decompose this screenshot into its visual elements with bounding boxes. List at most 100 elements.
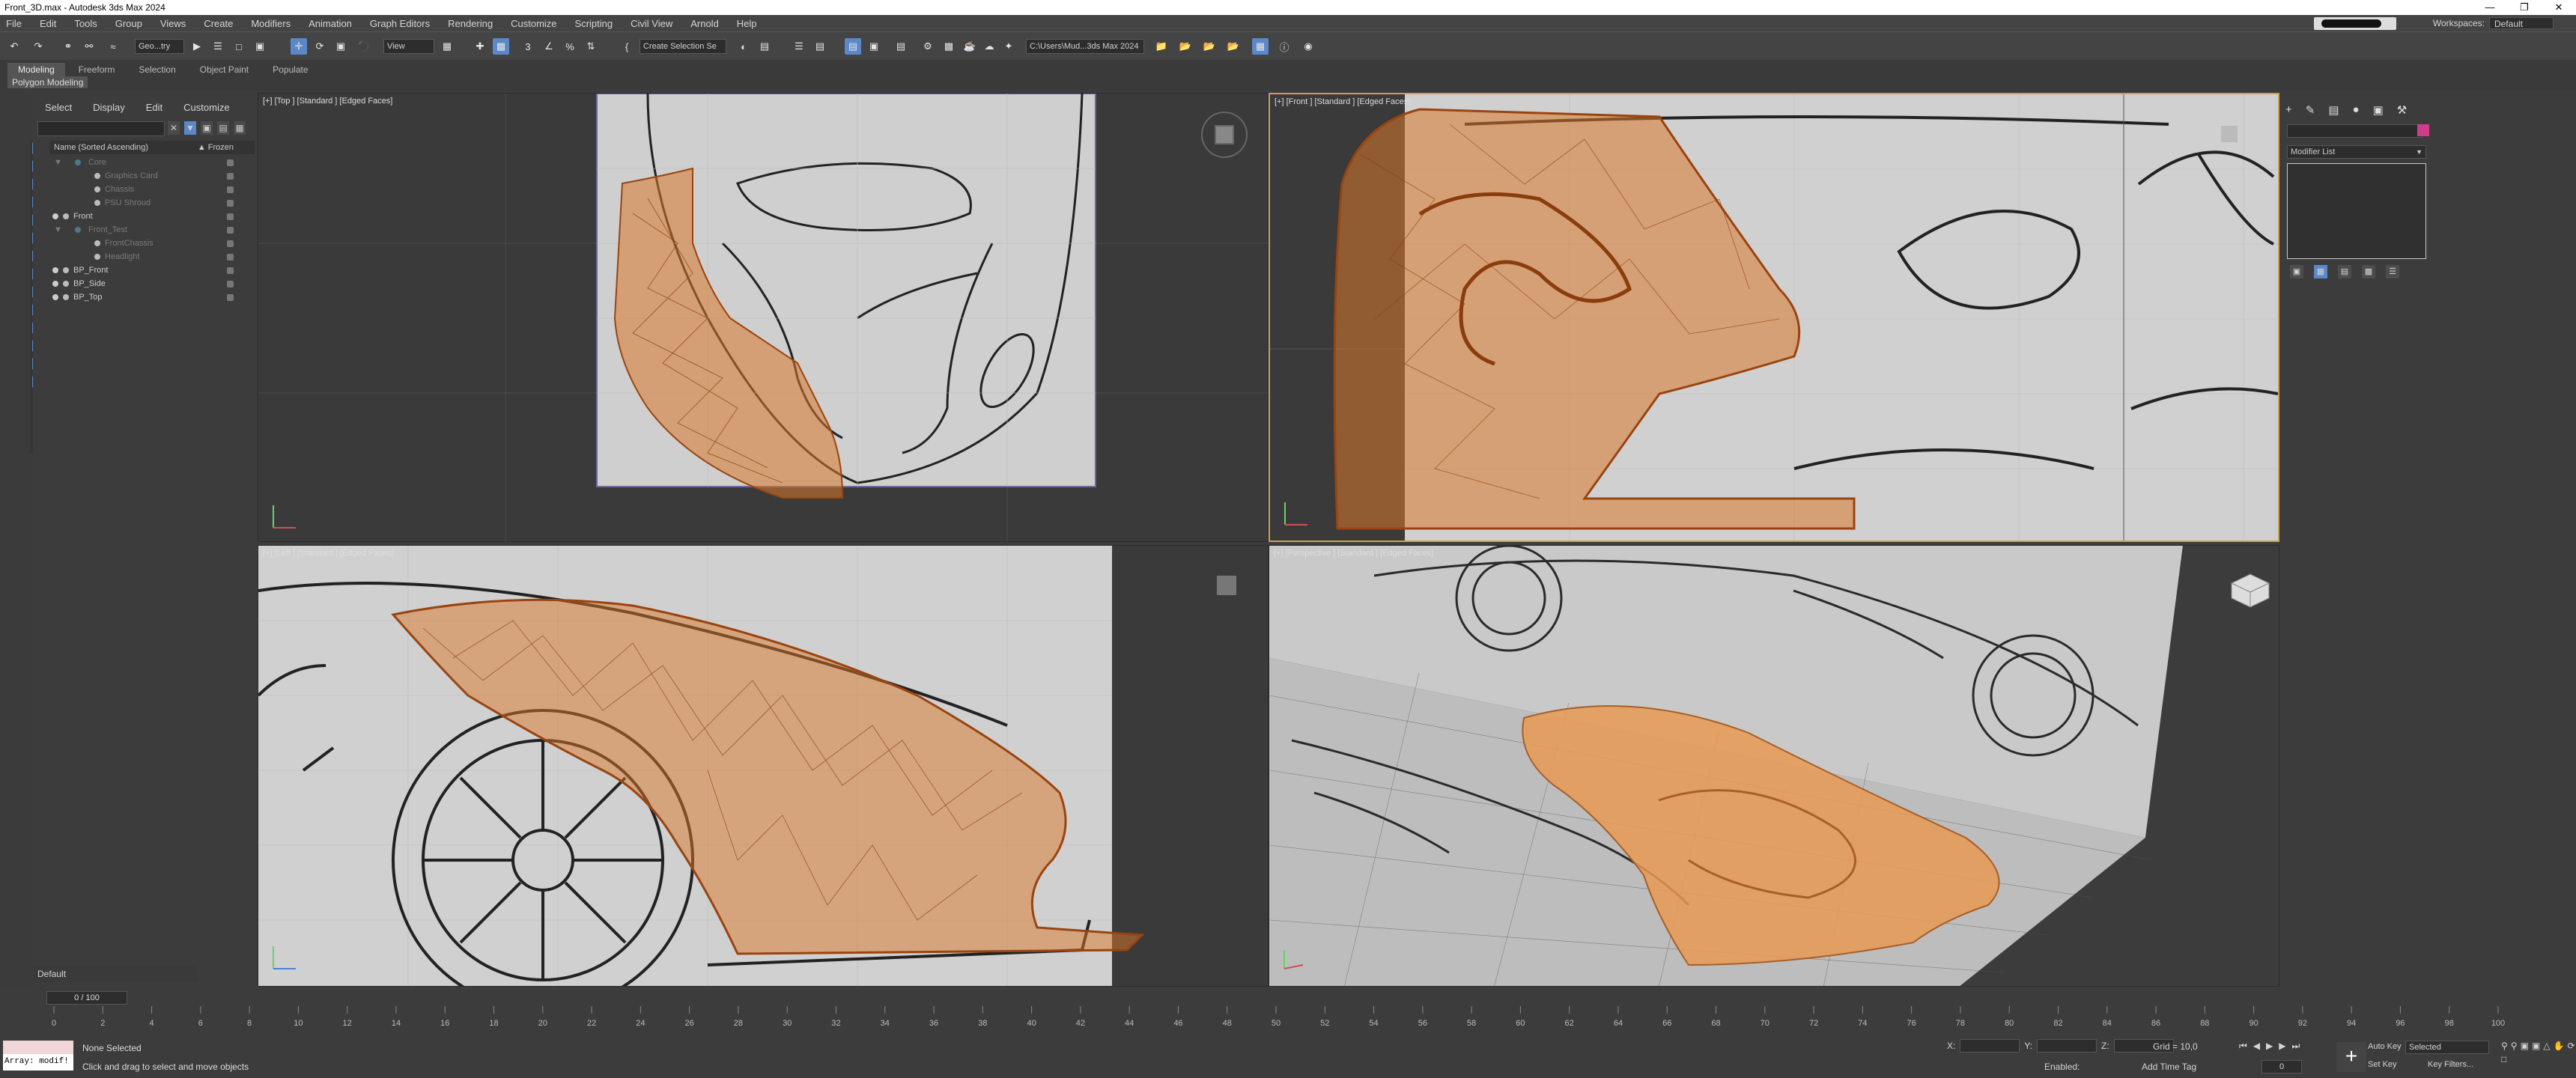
zoom-all-icon[interactable]: ⚲: [2511, 1041, 2518, 1051]
menu-item[interactable]: Customize: [511, 18, 556, 29]
layer-explorer-icon[interactable]: ▤: [812, 38, 828, 55]
make-unique-icon[interactable]: ▤: [2338, 265, 2351, 278]
edit-named-selection-icon[interactable]: {: [619, 38, 635, 55]
select-move-icon[interactable]: ✛: [291, 38, 307, 55]
menu-item[interactable]: Graph Editors: [370, 18, 430, 29]
viewport-label[interactable]: [+] [Front ] [Standard ] [Edged Faces]: [1275, 97, 1410, 106]
tab-modeling[interactable]: Modeling: [7, 63, 65, 76]
viewport-top[interactable]: [+] [Top ] [Standard ] [Edged Faces]: [258, 93, 1269, 542]
display-icon[interactable]: ▣: [2373, 103, 2384, 117]
spinner-snap-icon[interactable]: ⇅: [583, 38, 599, 55]
zoom-extents-all-icon[interactable]: ▣: [2532, 1041, 2540, 1051]
maxscript-listener[interactable]: Array: modif!: [3, 1041, 73, 1071]
snaps-toggle-icon[interactable]: 3: [520, 38, 536, 55]
undo-icon[interactable]: ↶: [6, 38, 22, 55]
list-item[interactable]: PSU Shroud: [49, 196, 255, 210]
select-by-name-icon[interactable]: ☰: [210, 38, 226, 55]
filter-icon[interactable]: ▼: [184, 121, 196, 135]
create-icon[interactable]: +: [2285, 103, 2292, 117]
render-production-icon[interactable]: ☕: [962, 38, 978, 55]
close-button[interactable]: ✕: [2542, 0, 2576, 15]
viewport-label[interactable]: [+] [Top ] [Standard ] [Edged Faces]: [263, 97, 392, 106]
play-icon[interactable]: ▶: [2266, 1041, 2273, 1052]
workspace-dropdown[interactable]: Default: [2488, 17, 2554, 29]
scene-tab-display[interactable]: Display: [93, 102, 125, 113]
list-item[interactable]: Front: [49, 210, 255, 223]
tab-selection[interactable]: Selection: [128, 63, 186, 76]
project-folder-icon[interactable]: 📂: [1177, 38, 1194, 55]
set-key-icon[interactable]: +: [2336, 1042, 2366, 1072]
pin-stack-icon[interactable]: ▣: [2290, 265, 2303, 278]
name-column-header[interactable]: Name (Sorted Ascending): [54, 143, 148, 152]
hierarchy-icon[interactable]: ▤: [2328, 103, 2339, 117]
scene-tab-edit[interactable]: Edit: [146, 102, 162, 113]
key-filters-button[interactable]: Key Filters...: [2428, 1060, 2473, 1069]
viewport-perspective[interactable]: [+] [Perspective ] [Standard ] [Edged Fa…: [1269, 545, 2279, 987]
visibility-icon[interactable]: [52, 267, 58, 273]
object-name-field[interactable]: [2287, 124, 2422, 138]
motion-icon[interactable]: ●: [2353, 103, 2360, 117]
list-item[interactable]: BP_Front: [49, 264, 255, 277]
select-manipulate-icon[interactable]: ✚: [472, 38, 488, 55]
schematic-view-icon[interactable]: ▣: [866, 38, 882, 55]
list-item[interactable]: BP_Side: [49, 277, 255, 290]
menu-item[interactable]: Civil View: [631, 18, 672, 29]
menu-item[interactable]: Create: [204, 18, 233, 29]
restore-button[interactable]: ❐: [2507, 0, 2542, 15]
select-object-icon[interactable]: ▶: [189, 38, 205, 55]
align-icon[interactable]: ▤: [756, 38, 773, 55]
remove-modifier-icon[interactable]: ▩: [2362, 265, 2375, 278]
menu-item[interactable]: Views: [160, 18, 186, 29]
open-explorer-icon[interactable]: 📁: [1153, 38, 1170, 55]
lock-icon[interactable]: ▣: [201, 121, 213, 135]
help-icon[interactable]: ⓘ: [1276, 38, 1292, 55]
list-item[interactable]: Headlight: [49, 250, 255, 264]
account-button[interactable]: [2314, 17, 2396, 30]
field-of-view-icon[interactable]: △: [2543, 1041, 2550, 1051]
list-item[interactable]: Chassis: [49, 183, 255, 196]
menu-item[interactable]: File: [6, 18, 22, 29]
project-folder-dropdown[interactable]: C:\Users\Mud...3ds Max 2024: [1026, 39, 1144, 54]
bind-spacewarp-icon[interactable]: ≈: [105, 38, 121, 55]
menu-item[interactable]: Scripting: [575, 18, 613, 29]
y-field[interactable]: [2037, 1039, 2097, 1053]
utilities-icon[interactable]: ⚒: [2397, 103, 2407, 117]
time-slider[interactable]: 0 / 100: [46, 991, 127, 1005]
region-select-icon[interactable]: □: [231, 38, 247, 55]
zoom-icon[interactable]: ⚲: [2501, 1041, 2508, 1051]
scene-explorer-icon[interactable]: ☰: [791, 38, 807, 55]
configure-sets-icon[interactable]: ☰: [2386, 265, 2399, 278]
percent-snap-icon[interactable]: %: [562, 38, 578, 55]
previous-frame-icon[interactable]: ◀: [2253, 1041, 2260, 1052]
list-item[interactable]: BP_Top: [49, 290, 255, 304]
menu-item[interactable]: Modifiers: [251, 18, 291, 29]
menu-item[interactable]: Edit: [40, 18, 56, 29]
viewport-left[interactable]: [+] [Left ] [Standard ] [Edged Faces]: [258, 545, 1269, 987]
add-time-tag[interactable]: Add Time Tag: [2142, 1062, 2196, 1072]
redo-icon[interactable]: ↷: [30, 38, 46, 55]
hierarchy-icon[interactable]: ▦: [234, 121, 246, 135]
timeline[interactable]: 0 2 4 6 8 10 12 14 16 18 20 22 24 26 28 30 32 34 36 38 40 42 4…: [39, 1006, 2528, 1030]
menu-item[interactable]: Tools: [74, 18, 97, 29]
auto-key-button[interactable]: Auto Key: [2368, 1042, 2402, 1051]
search-icon[interactable]: ◉: [1300, 38, 1316, 55]
modify-icon[interactable]: ✎: [2306, 103, 2315, 117]
visibility-icon[interactable]: [52, 294, 58, 300]
named-selection-dropdown[interactable]: Create Selection Se: [640, 39, 726, 54]
x-field[interactable]: [1960, 1039, 2020, 1053]
tab-freeform[interactable]: Freeform: [68, 63, 126, 76]
modifier-list-dropdown[interactable]: Modifier List ▼: [2287, 145, 2426, 159]
unlink-icon[interactable]: ⚯: [81, 38, 97, 55]
scene-tab-select[interactable]: Select: [45, 102, 72, 113]
adaptive-degradation[interactable]: Enabled:: [2044, 1062, 2080, 1072]
set-project-icon[interactable]: 📂: [1201, 38, 1218, 55]
tab-object-paint[interactable]: Object Paint: [189, 63, 259, 76]
toggle-ribbon-icon[interactable]: ▦: [1252, 38, 1269, 55]
visibility-icon[interactable]: [52, 281, 58, 287]
list-item[interactable]: Graphics Card: [49, 169, 255, 183]
set-key-button[interactable]: Set Key: [2368, 1060, 2397, 1069]
a360-gallery-icon[interactable]: ✦: [1000, 38, 1017, 55]
place-icon[interactable]: ⚫: [355, 38, 371, 55]
current-frame-field[interactable]: 0: [2261, 1060, 2302, 1074]
rendered-frame-window-icon[interactable]: ▩: [941, 38, 957, 55]
